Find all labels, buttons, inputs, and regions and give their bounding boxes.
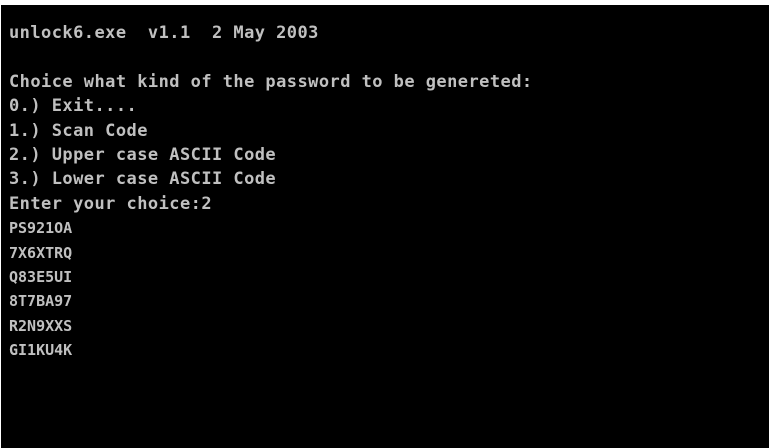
menu-option-scan-code: 1.) Scan Code: [9, 120, 148, 141]
menu-option-exit: 0.) Exit....: [9, 96, 138, 117]
password-line: PS921OA: [9, 219, 73, 238]
console-output-area[interactable]: unlock6.exe v1.1 2 May 2003 Choice what …: [3, 7, 767, 448]
password-line: 7X6XTRQ: [9, 243, 73, 262]
password-line: GI1KU4K: [9, 341, 73, 360]
password-line: Q83E5UI: [9, 267, 73, 286]
password-line: R2N9XXS: [9, 316, 73, 335]
choice-input-line[interactable]: Enter your choice:2: [9, 192, 533, 216]
menu-prompt-title: Choice what kind of the password to be g…: [9, 71, 533, 92]
console-lines: unlock6.exe v1.1 2 May 2003 Choice what …: [9, 21, 533, 362]
menu-option-lower-case: 3.) Lower case ASCII Code: [9, 169, 277, 190]
program-header-line: unlock6.exe v1.1 2 May 2003: [9, 23, 319, 43]
password-line: 8T7BA97: [9, 292, 73, 311]
menu-option-upper-case: 2.) Upper case ASCII Code: [9, 144, 277, 165]
